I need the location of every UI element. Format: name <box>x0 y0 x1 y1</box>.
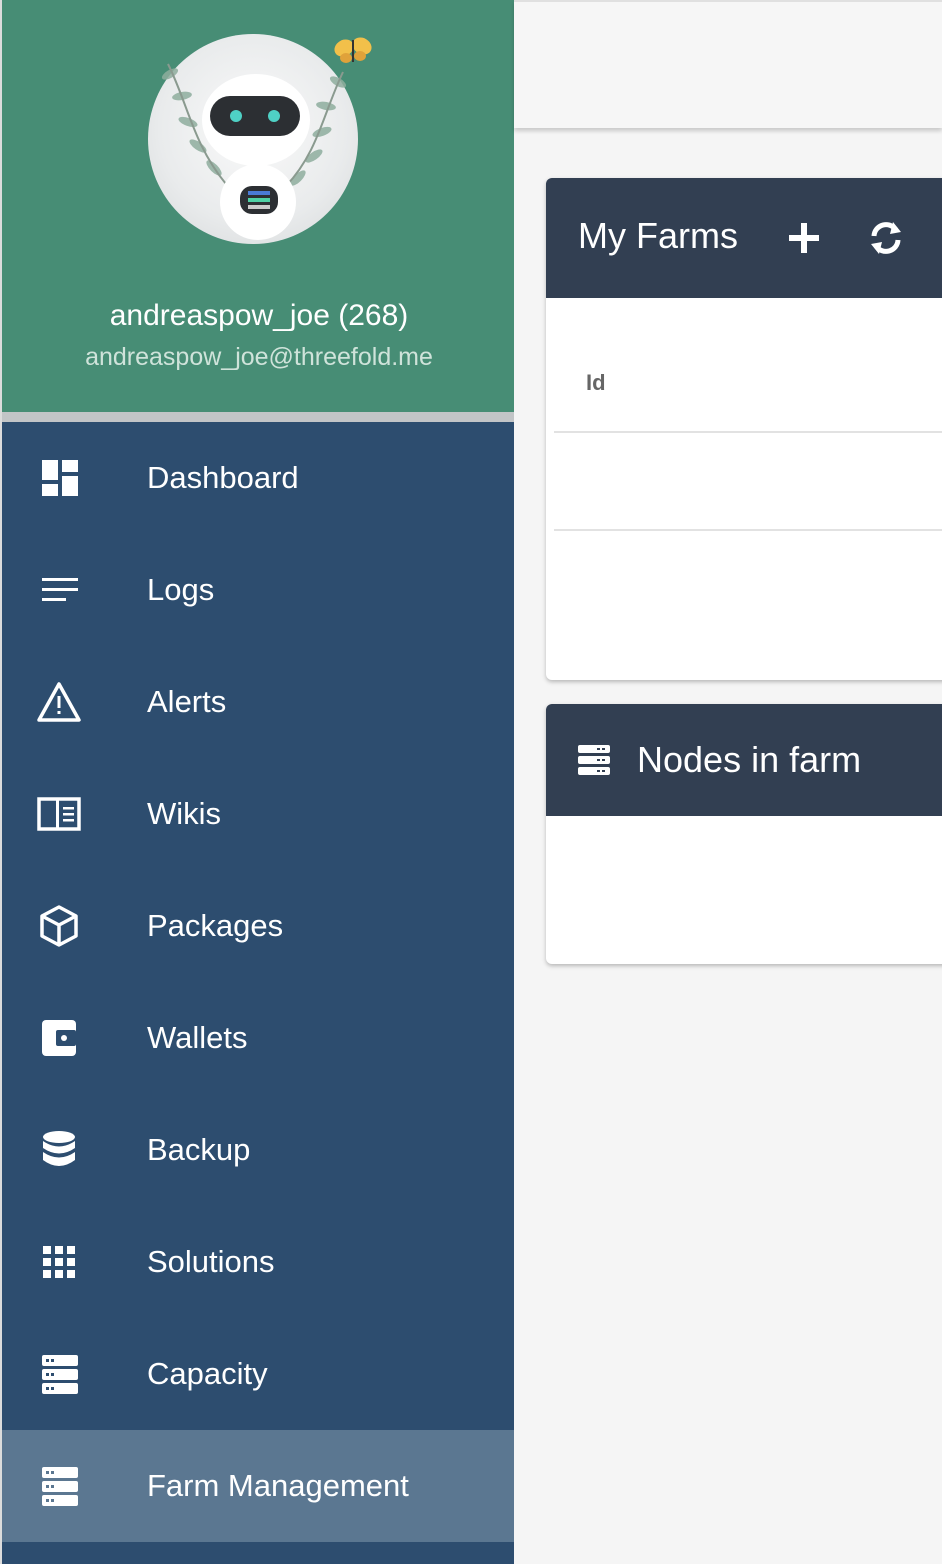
my-farms-header: My Farms <box>546 178 942 298</box>
profile-name: andreaspow_joe (268) <box>109 299 409 332</box>
profile-panel: andreaspow_joe (268) andreaspow_joe@thre… <box>2 0 514 422</box>
database-icon <box>43 1131 75 1166</box>
sidebar-item-label: Wallets <box>147 1020 248 1055</box>
avatar[interactable] <box>148 34 372 244</box>
sidebar-item-farm-management[interactable]: Farm Management <box>2 1430 514 1542</box>
book-icon <box>37 797 81 831</box>
sidebar-item-wallets[interactable]: Wallets <box>2 982 514 1094</box>
sidebar-item-label: Farm Management <box>147 1468 409 1503</box>
sidebar-item-dashboard[interactable]: Dashboard <box>2 422 514 534</box>
plus-icon[interactable] <box>784 218 824 258</box>
wallet-icon <box>42 1020 76 1056</box>
table-column-id[interactable]: Id <box>586 370 606 396</box>
sidebar-item-label: Backup <box>147 1132 251 1167</box>
my-farms-title: My Farms <box>578 215 738 256</box>
profile-email: andreaspow_joe@threefold.me <box>85 343 433 371</box>
server-icon <box>42 1355 78 1394</box>
sidebar-item-packages[interactable]: Packages <box>2 870 514 982</box>
logs-icon <box>42 578 78 601</box>
sidebar: andreaspow_joe (268) andreaspow_joe@thre… <box>0 0 514 1564</box>
my-farms-card: My Farms Id <box>546 178 942 680</box>
sidebar-nav: Dashboard Logs Alerts Wikis Packages Wal… <box>2 422 514 1542</box>
nodes-in-farm-header: Nodes in farm <box>546 704 942 816</box>
sidebar-item-label: Logs <box>147 572 215 607</box>
apps-grid-icon <box>43 1246 75 1278</box>
sidebar-item-label: Solutions <box>147 1244 275 1279</box>
top-app-bar <box>514 0 942 128</box>
package-box-icon <box>40 905 78 947</box>
sidebar-item-wikis[interactable]: Wikis <box>2 758 514 870</box>
app-window: andreaspow_joe (268) andreaspow_joe@thre… <box>0 0 942 1564</box>
nodes-in-farm-title: Nodes in farm <box>637 739 862 780</box>
sidebar-item-label: Capacity <box>147 1356 268 1391</box>
server-icon <box>578 745 610 775</box>
sidebar-item-capacity[interactable]: Capacity <box>2 1318 514 1430</box>
sidebar-item-label: Alerts <box>147 684 227 719</box>
sidebar-item-alerts[interactable]: Alerts <box>2 646 514 758</box>
sidebar-item-label: Dashboard <box>147 460 299 495</box>
alert-triangle-icon <box>37 682 81 722</box>
sidebar-item-solutions[interactable]: Solutions <box>2 1206 514 1318</box>
table-divider <box>554 529 942 531</box>
nodes-in-farm-card: Nodes in farm <box>546 704 942 964</box>
table-divider <box>554 431 942 433</box>
robot-avatar-icon <box>161 37 372 240</box>
sidebar-item-label: Wikis <box>147 796 222 831</box>
refresh-icon[interactable] <box>866 218 906 258</box>
server-icon <box>42 1467 78 1506</box>
sidebar-item-logs[interactable]: Logs <box>2 534 514 646</box>
dashboard-icon <box>42 460 78 496</box>
sidebar-item-backup[interactable]: Backup <box>2 1094 514 1206</box>
sidebar-item-label: Packages <box>147 908 284 943</box>
